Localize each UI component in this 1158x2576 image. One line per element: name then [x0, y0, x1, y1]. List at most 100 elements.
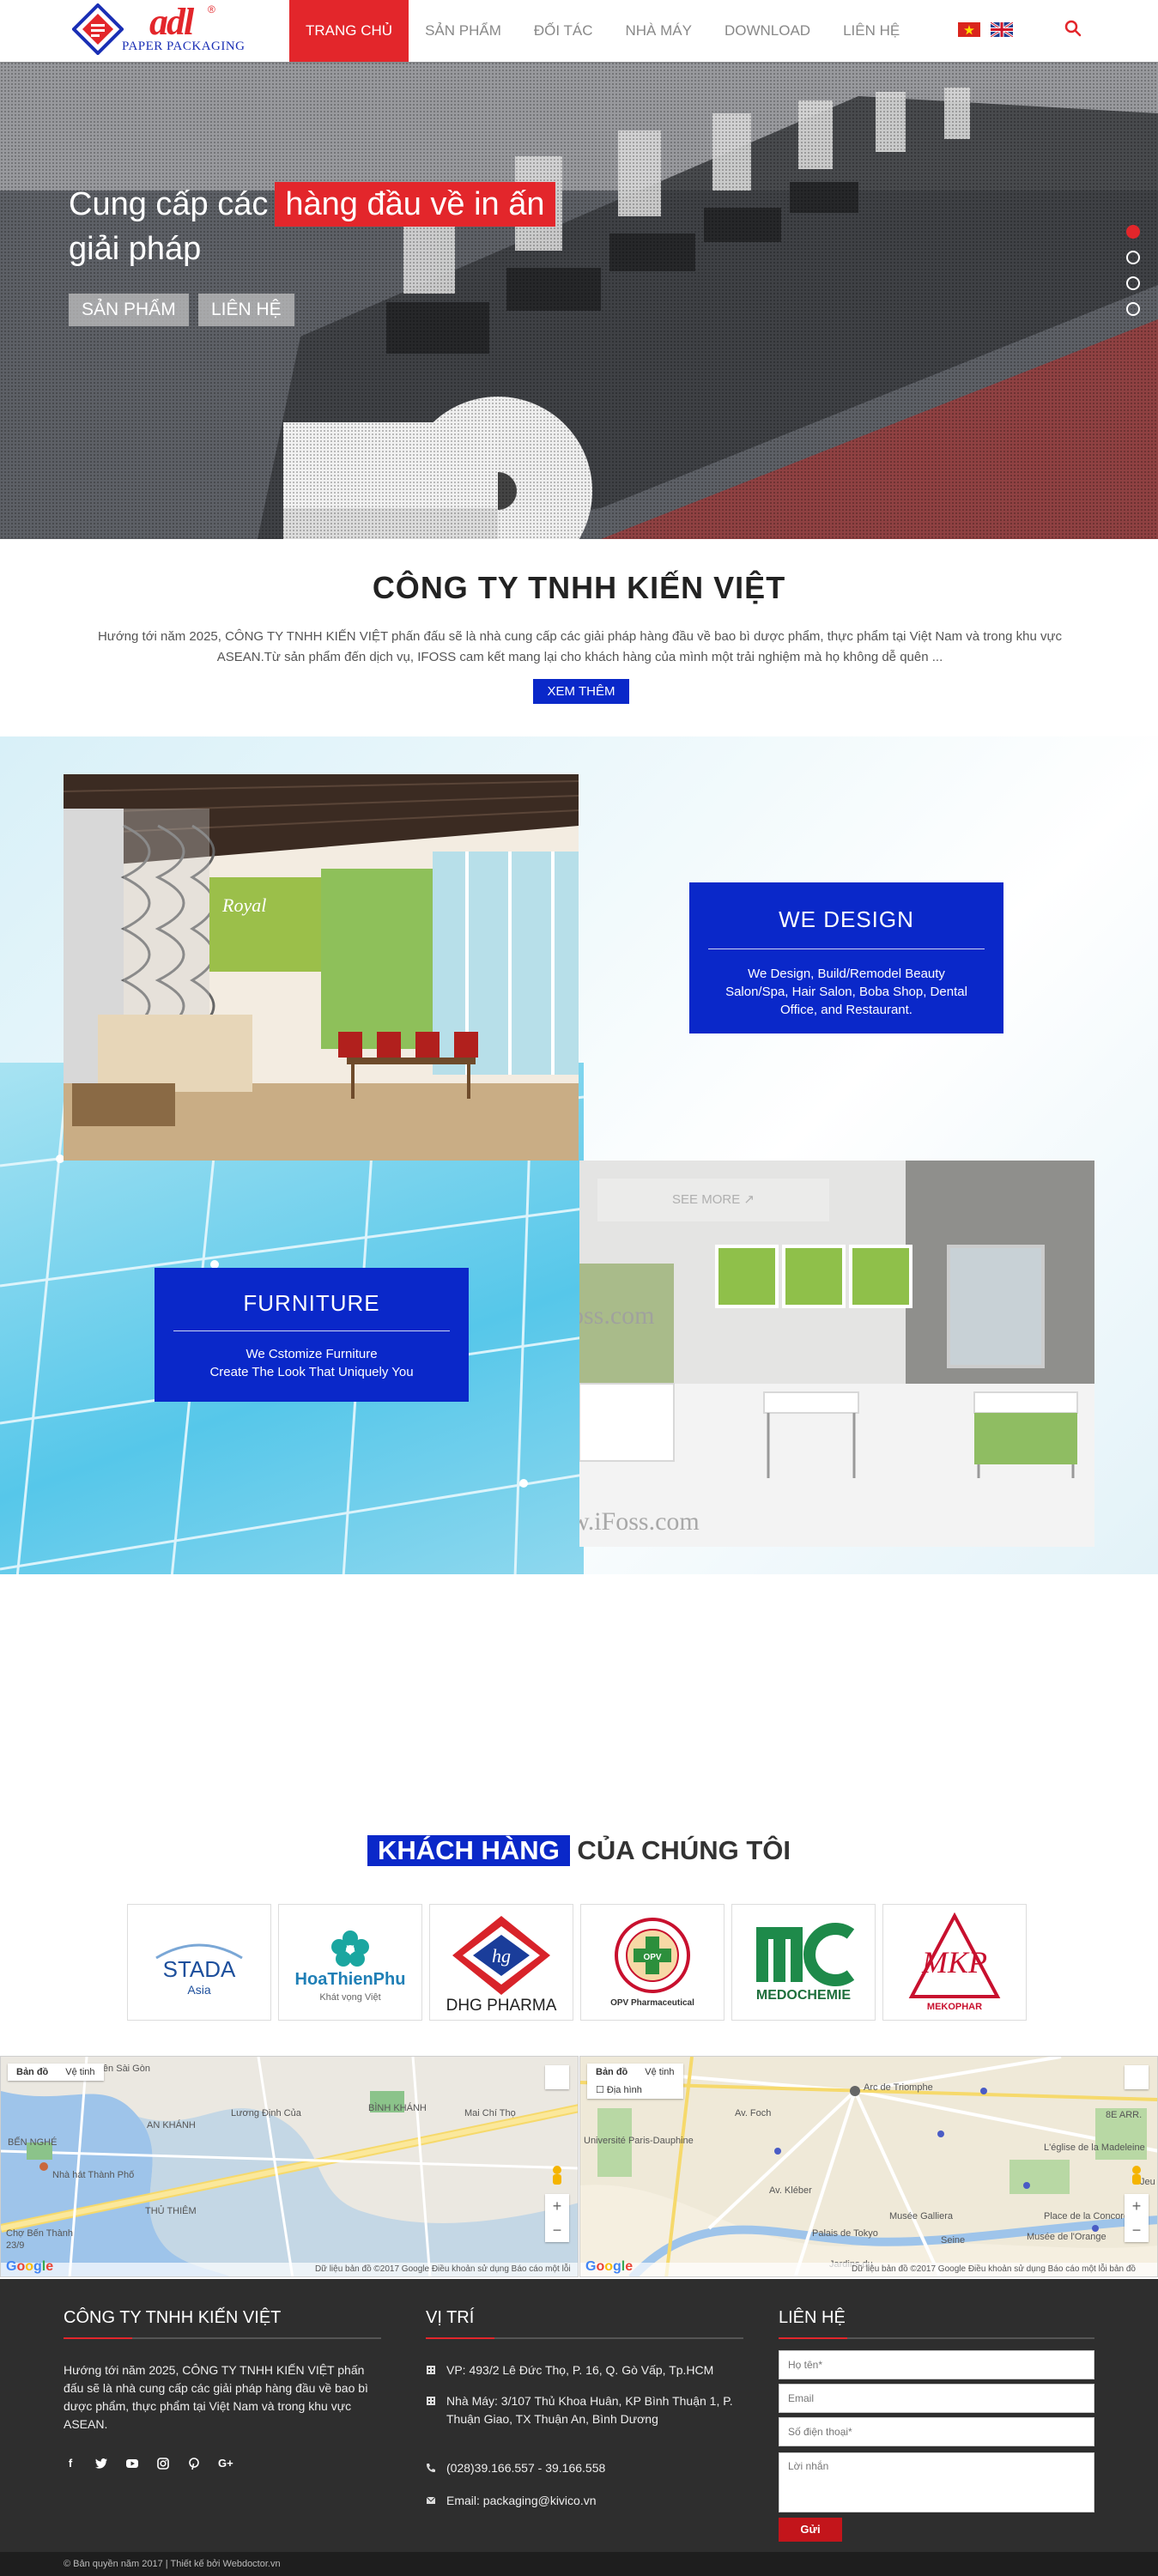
pegman-icon[interactable] — [1128, 2165, 1145, 2189]
map-label: Av. Kléber — [769, 2185, 812, 2196]
svg-text:MKP: MKP — [921, 1945, 987, 1979]
map-label: Place de la Concorde — [1044, 2211, 1135, 2221]
svg-text:DHG PHARMA: DHG PHARMA — [446, 1997, 557, 2014]
email-address[interactable]: Email: packaging@kivico.vn — [426, 2492, 743, 2510]
medochemie-logo[interactable]: MEDOCHEMIE — [731, 1904, 876, 2021]
slider-dot-1[interactable] — [1126, 225, 1140, 239]
furniture-text-line1: We Cstomize Furniture — [246, 1347, 378, 1361]
phone-number: (028)39.166.557 - 39.166.558 — [426, 2459, 743, 2477]
svg-text:OPV Pharmaceutical: OPV Pharmaceutical — [610, 1998, 694, 2008]
google-logo: Google — [585, 2259, 634, 2274]
registered-mark: ® — [208, 3, 215, 15]
google-plus-icon[interactable]: G+ — [218, 2457, 233, 2470]
zoom-out-button[interactable]: − — [1125, 2218, 1149, 2242]
map-tab-satellite[interactable]: Vệ tinh — [636, 2064, 682, 2081]
instagram-icon[interactable] — [156, 2457, 170, 2470]
nav-item-download[interactable]: DOWNLOAD — [708, 0, 827, 62]
opv-logo[interactable]: OPV OPV Pharmaceutical — [580, 1904, 725, 2021]
slider-dot-2[interactable] — [1126, 251, 1140, 264]
map-tab-satellite[interactable]: Vệ tinh — [57, 2064, 103, 2081]
google-logo: Google — [6, 2259, 54, 2274]
uk-flag-icon[interactable] — [991, 22, 1013, 37]
map-paris[interactable]: Arc de Triomphe 8E ARR. L'église de la M… — [579, 2056, 1158, 2277]
footer-rule — [64, 2337, 381, 2339]
svg-text:STADA: STADA — [163, 1956, 236, 1982]
pinterest-icon[interactable] — [187, 2457, 201, 2470]
terrain-checkbox[interactable]: ☐ Địa hình — [587, 2081, 683, 2099]
map-label: BÌNH KHÁNH — [368, 2103, 427, 2113]
phone-field[interactable] — [779, 2417, 1094, 2446]
pegman-icon[interactable] — [549, 2165, 566, 2189]
svg-text:MEDOCHEMIE: MEDOCHEMIE — [756, 1988, 852, 2003]
svg-text:Khát vọng Việt: Khát vọng Việt — [319, 1992, 380, 2003]
hero-contact-button[interactable]: LIÊN HỆ — [198, 294, 294, 326]
footer-rule — [779, 2337, 1094, 2339]
slider-dot-4[interactable] — [1126, 302, 1140, 316]
map-label: Seine — [941, 2235, 966, 2246]
footer-company-title: CÔNG TY TNHH KIẾN VIỆT — [64, 2308, 282, 2327]
zoom-out-button[interactable]: − — [545, 2218, 569, 2242]
nav-item-factory[interactable]: NHÀ MÁY — [609, 0, 708, 62]
see-more-label: SEE MORE — [672, 1192, 741, 1207]
nav-item-contact[interactable]: LIÊN HỆ — [827, 0, 916, 62]
map-attribution: Dữ liệu bản đồ ©2017 Google Điều khoản s… — [1, 2263, 578, 2276]
site-header: adl ® PAPER PACKAGING TRANG CHỦ SẢN PHẨM… — [0, 0, 1158, 62]
search-icon[interactable] — [1063, 18, 1083, 39]
map-label: Musée de l'Orange — [1027, 2232, 1106, 2242]
read-more-button[interactable]: XEM THÊM — [533, 679, 629, 704]
building-icon — [427, 2366, 435, 2374]
hero-headline-highlight: hàng đầu về in ấn — [275, 182, 555, 227]
zoom-in-button[interactable]: + — [1125, 2194, 1149, 2218]
send-button[interactable]: Gửi — [779, 2518, 842, 2542]
customers-title: KHÁCH HÀNG CỦA CHÚNG TÔI — [0, 1835, 1158, 1866]
map-label: Palais de Tokyo — [812, 2228, 878, 2239]
shop-sign: Royal — [221, 894, 266, 916]
nav-item-products[interactable]: SẢN PHẨM — [409, 0, 518, 62]
zoom-in-button[interactable]: + — [545, 2194, 569, 2218]
map-label: BẾN NGHÉ — [8, 2137, 58, 2148]
message-field[interactable] — [779, 2452, 1094, 2512]
nav-item-home[interactable]: TRANG CHỦ — [289, 0, 409, 62]
envelope-icon — [426, 2496, 436, 2504]
map-tab-map[interactable]: Bản đồ — [587, 2064, 636, 2081]
stada-logo[interactable]: STADA Asia — [127, 1904, 271, 2021]
map-tab-map[interactable]: Bản đồ — [8, 2064, 57, 2081]
social-links: f G+ — [64, 2457, 233, 2470]
youtube-icon[interactable] — [125, 2457, 139, 2470]
twitter-icon[interactable] — [94, 2457, 108, 2470]
map-attribution: Dữ liệu bản đồ ©2017 Google Điều khoản s… — [580, 2263, 1157, 2276]
logo-mark: adl — [149, 1, 194, 43]
logo-text: PAPER PACKAGING — [122, 39, 246, 53]
svg-text:MEKOPHAR: MEKOPHAR — [927, 2002, 982, 2012]
mekophar-logo[interactable]: MKP MEKOPHAR — [882, 1904, 1027, 2021]
facebook-icon[interactable]: f — [64, 2457, 77, 2470]
fullscreen-icon[interactable] — [545, 2065, 569, 2089]
svg-text:hg: hg — [492, 1945, 511, 1967]
site-logo[interactable]: adl ® PAPER PACKAGING — [67, 0, 245, 60]
footer-contact-title: LIÊN HỆ — [779, 2308, 846, 2327]
fullscreen-icon[interactable] — [1125, 2065, 1149, 2089]
hero-products-button[interactable]: SẢN PHẨM — [69, 294, 189, 326]
svg-text:HoaThienPhu: HoaThienPhu — [295, 1970, 406, 1989]
hoathienphu-logo[interactable]: HoaThienPhu Khát vọng Việt — [278, 1904, 422, 2021]
hero-headline-line2: giải pháp — [69, 231, 202, 267]
design-section: Royal ss.com w.iFoss.com SEE MORE ↗ WE D… — [0, 736, 1158, 1574]
map-type-control: Bản đồ Vệ tinh — [8, 2064, 104, 2081]
map-label: Arc de Triomphe — [864, 2082, 933, 2093]
zoom-control: + − — [545, 2194, 569, 2242]
map-saigon[interactable]: Cảng Viên Sài Gòn BẾN NGHÉ AN KHÁNH BÌNH… — [0, 2056, 579, 2277]
map-label: Nhà hát Thành Phố — [52, 2170, 135, 2180]
hero-headline: Cung cấp các hàng đầu về in ấn — [69, 182, 555, 227]
email-field[interactable] — [779, 2384, 1094, 2413]
site-footer: CÔNG TY TNHH KIẾN VIỆT Hướng tới năm 202… — [0, 2279, 1158, 2552]
footer-company-text: Hướng tới năm 2025, CÔNG TY TNHH KIẾN VI… — [64, 2363, 368, 2431]
we-design-card[interactable]: WE DESIGN We Design, Build/Remodel Beaut… — [689, 882, 1003, 1033]
dhg-pharma-logo[interactable]: hg DHG PHARMA — [429, 1904, 573, 2021]
nav-item-partners[interactable]: ĐỐI TÁC — [518, 0, 609, 62]
furniture-card[interactable]: FURNITURE We Cstomize Furniture Create T… — [155, 1268, 469, 1402]
slider-dot-3[interactable] — [1126, 276, 1140, 290]
name-field[interactable] — [779, 2350, 1094, 2379]
vn-flag-icon[interactable] — [958, 22, 980, 37]
see-more-button[interactable]: SEE MORE ↗ — [597, 1179, 829, 1221]
zoom-control: + − — [1125, 2194, 1149, 2242]
